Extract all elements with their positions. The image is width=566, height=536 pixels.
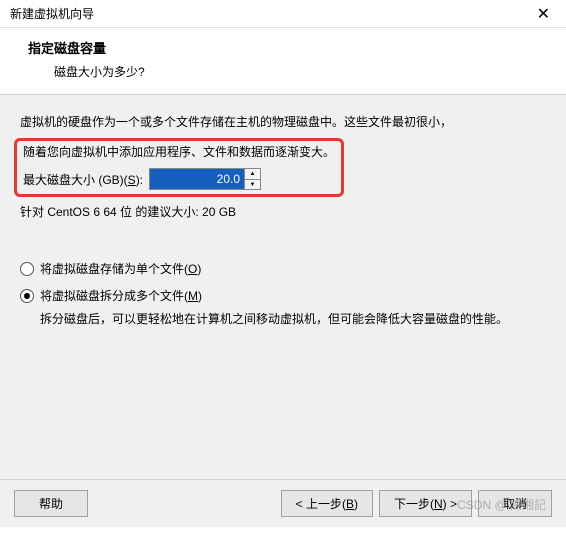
radio-icon[interactable]	[20, 289, 34, 303]
radio-single-label: 将虚拟磁盘存储为单个文件(O)	[40, 260, 201, 277]
disk-size-row: 最大磁盘大小 (GB)(S): ▲ ▼	[23, 168, 335, 190]
disk-size-input[interactable]	[150, 169, 244, 189]
close-icon[interactable]: ✕	[529, 2, 558, 26]
radio-split-files[interactable]: 将虚拟磁盘拆分成多个文件(M)	[20, 287, 546, 304]
storage-radio-group: 将虚拟磁盘存储为单个文件(O) 将虚拟磁盘拆分成多个文件(M) 拆分磁盘后，可以…	[20, 260, 546, 329]
wizard-content: 虚拟机的硬盘作为一个或多个文件存储在主机的物理磁盘中。这些文件最初很小， 随着您…	[0, 95, 566, 527]
radio-split-label: 将虚拟磁盘拆分成多个文件(M)	[40, 287, 202, 304]
radio-single-file[interactable]: 将虚拟磁盘存储为单个文件(O)	[20, 260, 546, 277]
disk-size-label: 最大磁盘大小 (GB)(S):	[23, 171, 143, 188]
spinner-up-icon[interactable]: ▲	[245, 169, 260, 180]
description-line-1: 虚拟机的硬盘作为一个或多个文件存储在主机的物理磁盘中。这些文件最初很小，	[20, 113, 546, 132]
window-title: 新建虚拟机向导	[10, 5, 94, 22]
recommendation-text: 针对 CentOS 6 64 位 的建议大小: 20 GB	[20, 203, 546, 220]
description-line-2: 随着您向虚拟机中添加应用程序、文件和数据而逐渐变大。	[23, 143, 335, 162]
titlebar: 新建虚拟机向导 ✕	[0, 0, 566, 28]
radio-icon[interactable]	[20, 262, 34, 276]
radio-split-description: 拆分磁盘后，可以更轻松地在计算机之间移动虚拟机，但可能会降低大容量磁盘的性能。	[40, 310, 546, 329]
help-button[interactable]: 帮助	[14, 490, 88, 517]
cancel-button[interactable]: 取消	[478, 490, 552, 517]
wizard-header: 指定磁盘容量 磁盘大小为多少?	[0, 28, 566, 94]
header-title: 指定磁盘容量	[28, 38, 546, 57]
spinner-buttons: ▲ ▼	[244, 169, 260, 189]
spinner-down-icon[interactable]: ▼	[245, 180, 260, 190]
next-button[interactable]: 下一步(N) >	[379, 490, 472, 517]
back-button[interactable]: < 上一步(B)	[281, 490, 373, 517]
disk-size-spinner: ▲ ▼	[149, 168, 261, 190]
wizard-footer: 帮助 < 上一步(B) 下一步(N) > 取消 CSDN @ 陳湘記	[0, 479, 566, 527]
highlight-box: 随着您向虚拟机中添加应用程序、文件和数据而逐渐变大。 最大磁盘大小 (GB)(S…	[14, 138, 344, 197]
header-subtitle: 磁盘大小为多少?	[54, 63, 546, 80]
